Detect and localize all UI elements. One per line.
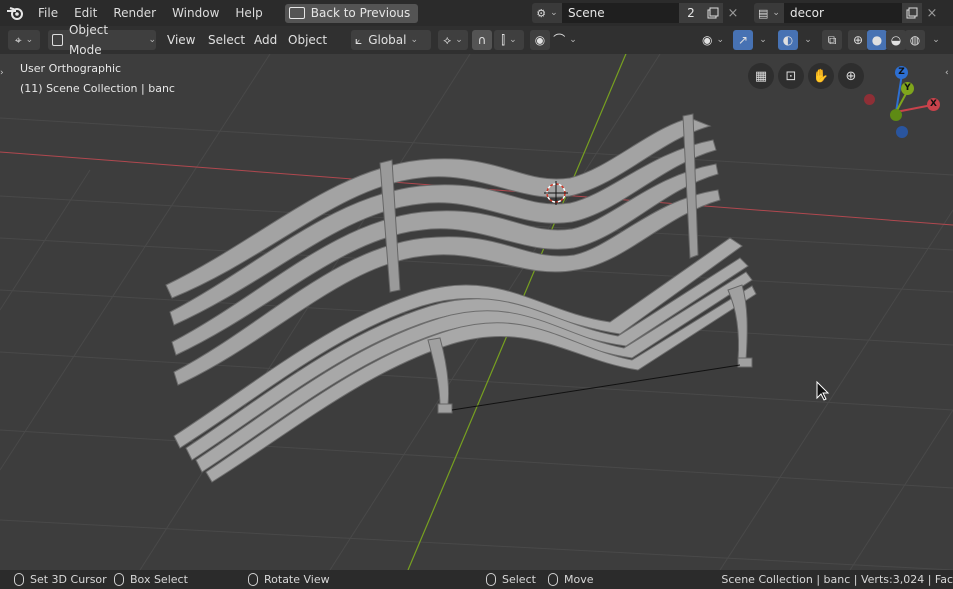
scene-statistics: Scene Collection | banc | Verts:3,024 | … bbox=[721, 573, 953, 586]
topbar: File Edit Render Window Help Back to Pre… bbox=[0, 0, 953, 26]
gizmo-z-axis[interactable]: Z bbox=[895, 66, 908, 79]
mouse-middle-icon bbox=[248, 573, 258, 586]
menu-help[interactable]: Help bbox=[227, 0, 270, 26]
falloff-icon: ⌒ bbox=[553, 33, 566, 47]
proportional-edit-icon: ◉ bbox=[534, 33, 546, 47]
shading-dropdown[interactable]: ⌄ bbox=[926, 30, 942, 50]
pan-hand-icon[interactable]: ✋ bbox=[808, 63, 834, 89]
scene-selector: ⚙ ⌄ Scene 2 × bbox=[532, 3, 743, 23]
gizmo-toggle[interactable]: ↗ bbox=[733, 30, 753, 50]
camera-view-icon[interactable]: ⊡ bbox=[778, 63, 804, 89]
back-to-previous-button[interactable]: Back to Previous bbox=[284, 3, 419, 23]
object-mode-icon bbox=[52, 34, 63, 46]
solid-shading-icon: ● bbox=[871, 33, 883, 47]
status-move: Move bbox=[548, 572, 594, 587]
3d-viewport[interactable]: › ‹ User Orthographic (11) Scene Collect… bbox=[0, 54, 953, 570]
overlays-dropdown[interactable]: ⌄ bbox=[799, 30, 813, 50]
status-rotate-label: Rotate View bbox=[264, 573, 330, 586]
menu-add[interactable]: Add bbox=[248, 30, 283, 50]
shading-rendered-button[interactable]: ◍ bbox=[905, 30, 925, 50]
status-box-select-label: Box Select bbox=[130, 573, 188, 586]
orientation-icon: ⟀ bbox=[355, 33, 363, 47]
orientation-label: Global bbox=[368, 33, 407, 47]
status-rotate-view: Rotate View bbox=[248, 572, 330, 587]
gizmo-neg-z-axis[interactable] bbox=[896, 126, 908, 138]
proportional-edit-toggle[interactable]: ◉ bbox=[530, 30, 550, 50]
new-view-layer-button[interactable] bbox=[902, 3, 922, 23]
snap-toggle[interactable]: ∩ bbox=[472, 30, 492, 50]
blender-logo-icon[interactable] bbox=[0, 0, 30, 26]
gizmo-x-axis[interactable]: X bbox=[927, 98, 940, 111]
view-name: User Orthographic bbox=[20, 62, 122, 75]
mode-dropdown[interactable]: Object Mode ⌄ bbox=[48, 23, 156, 57]
toolbar-toggle-icon[interactable]: › bbox=[0, 68, 8, 84]
mouse-move-icon bbox=[548, 573, 558, 586]
mouse-pointer-icon bbox=[816, 380, 830, 401]
editor-type-button[interactable]: ⌖ ⌄ bbox=[8, 30, 40, 50]
snap-icon: ∩ bbox=[477, 33, 487, 47]
back-icon bbox=[288, 7, 305, 19]
rendered-shading-icon: ◍ bbox=[909, 33, 921, 47]
xray-icon: ⧉ bbox=[827, 33, 837, 47]
shading-material-button[interactable]: ◒ bbox=[886, 30, 906, 50]
orientation-dropdown[interactable]: ⟀ Global ⌄ bbox=[351, 30, 431, 50]
navigation-gizmo[interactable]: Z Y X bbox=[860, 62, 950, 147]
menu-object[interactable]: Object bbox=[282, 30, 333, 50]
collection-info: (11) Scene Collection | banc bbox=[20, 82, 175, 95]
status-select: Select bbox=[486, 572, 536, 587]
menu-window[interactable]: Window bbox=[164, 0, 227, 26]
overlays-toggle[interactable]: ◐ bbox=[778, 30, 798, 50]
wireframe-icon: ⊕ bbox=[852, 33, 864, 47]
pivot-icon: ⟡ bbox=[443, 33, 452, 47]
status-move-label: Move bbox=[564, 573, 594, 586]
gizmo-icon: ↗ bbox=[737, 33, 749, 47]
scene-render bbox=[0, 54, 953, 570]
scene-name-field[interactable]: Scene bbox=[562, 3, 679, 23]
grid-toggle-icon[interactable]: ▦ bbox=[748, 63, 774, 89]
view-layer-icon: ▤ bbox=[758, 6, 769, 20]
view-layer-name-field[interactable]: decor bbox=[784, 3, 902, 23]
status-set-cursor-label: Set 3D Cursor bbox=[30, 573, 107, 586]
view-layer-selector: ▤ ⌄ decor × bbox=[754, 3, 942, 23]
falloff-button[interactable]: ⌒ ⌄ bbox=[550, 30, 580, 50]
delete-view-layer-icon[interactable]: × bbox=[922, 3, 942, 23]
shading-solid-button[interactable]: ● bbox=[867, 30, 887, 50]
status-select-label: Select bbox=[502, 573, 536, 586]
eye-icon: ◉ bbox=[701, 33, 713, 47]
gizmo-neg-y-axis[interactable] bbox=[890, 109, 902, 121]
status-bar: Set 3D Cursor Box Select Rotate View Sel… bbox=[0, 570, 953, 589]
menu-view[interactable]: View bbox=[161, 30, 201, 50]
mouse-right-icon bbox=[486, 573, 496, 586]
editor-type-icon: ⌖ bbox=[14, 33, 22, 47]
menu-file[interactable]: File bbox=[30, 0, 66, 26]
view-layer-browse-button[interactable]: ▤ ⌄ bbox=[754, 3, 784, 23]
mouse-drag-icon bbox=[114, 573, 124, 586]
pivot-point-button[interactable]: ⟡ ⌄ bbox=[438, 30, 468, 50]
scene-icon: ⚙ bbox=[536, 6, 547, 20]
scene-users-count: 2 bbox=[679, 3, 703, 23]
gizmo-dropdown[interactable]: ⌄ bbox=[754, 30, 768, 50]
menu-select[interactable]: Select bbox=[202, 30, 251, 50]
gizmo-y-axis[interactable]: Y bbox=[901, 82, 914, 95]
viewport-header: ⌖ ⌄ Object Mode ⌄ View Select Add Object ⟀… bbox=[0, 23, 953, 57]
back-label: Back to Previous bbox=[310, 6, 411, 20]
snap-target-icon: ⫿ bbox=[501, 33, 506, 47]
snap-target-button[interactable]: ⫿ ⌄ bbox=[494, 30, 524, 50]
status-set-cursor: Set 3D Cursor bbox=[14, 572, 107, 587]
status-box-select: Box Select bbox=[114, 572, 188, 587]
delete-scene-icon[interactable]: × bbox=[723, 3, 743, 23]
xray-toggle[interactable]: ⧉ bbox=[822, 30, 842, 50]
gizmo-neg-x-axis[interactable] bbox=[864, 94, 875, 105]
new-scene-button[interactable] bbox=[703, 3, 723, 23]
measure-line bbox=[451, 364, 741, 411]
overlays-icon: ◐ bbox=[782, 33, 794, 47]
scene-browse-button[interactable]: ⚙ ⌄ bbox=[532, 3, 562, 23]
visibility-button[interactable]: ◉ ⌄ bbox=[698, 30, 728, 50]
shading-wireframe-button[interactable]: ⊕ bbox=[848, 30, 868, 50]
material-shading-icon: ◒ bbox=[890, 33, 902, 47]
mouse-left-icon bbox=[14, 573, 24, 586]
